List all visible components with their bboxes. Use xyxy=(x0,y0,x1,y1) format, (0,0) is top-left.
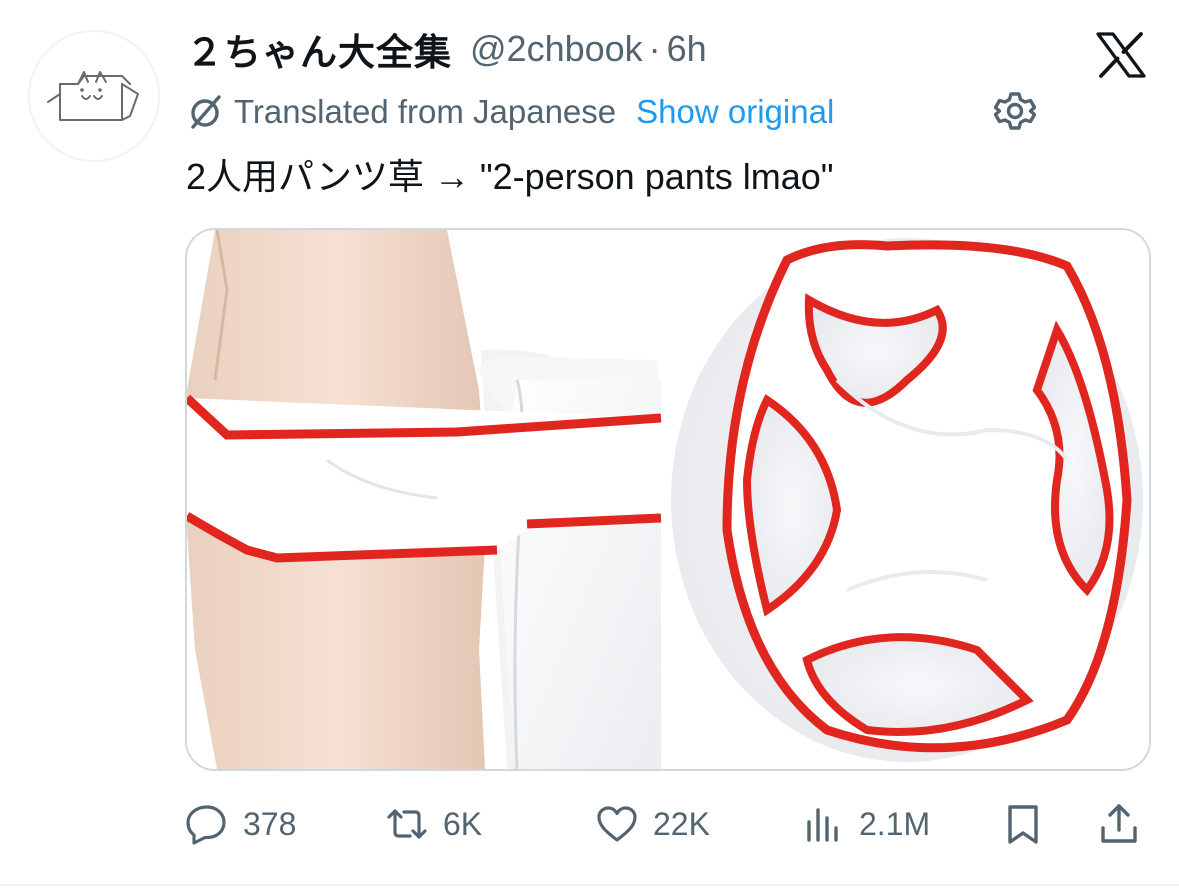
like-button[interactable]: 22K xyxy=(595,796,710,852)
reply-button[interactable]: 378 xyxy=(185,796,296,852)
right-photo xyxy=(663,230,1149,769)
timestamp[interactable]: 6h xyxy=(667,28,707,70)
view-count: 2.1M xyxy=(859,805,931,842)
avatar[interactable] xyxy=(28,30,160,162)
x-logo-icon[interactable] xyxy=(1096,32,1146,78)
bookmark-icon xyxy=(1008,805,1038,844)
separator-dot: · xyxy=(648,28,661,69)
divider xyxy=(0,884,1179,886)
repost-button[interactable]: 6K xyxy=(385,796,482,852)
share-icon xyxy=(1101,804,1137,843)
tweet-header: ２ちゃん大全集 @2chbook · 6h xyxy=(186,24,707,74)
reply-icon xyxy=(186,805,226,845)
heart-icon xyxy=(597,806,637,842)
display-name[interactable]: ２ちゃん大全集 xyxy=(186,22,452,76)
translation-bar: Translated from Japanese Show original xyxy=(186,88,834,136)
reply-count: 378 xyxy=(243,805,297,842)
show-original-link[interactable]: Show original xyxy=(636,93,834,131)
bookmark-button[interactable] xyxy=(1001,796,1045,852)
share-button[interactable] xyxy=(1097,796,1141,852)
media-photo xyxy=(187,230,1149,769)
repost-count: 6K xyxy=(443,805,483,842)
translated-label: Translated from Japanese xyxy=(234,93,617,130)
repost-icon xyxy=(387,809,427,839)
gear-icon[interactable] xyxy=(994,90,1036,132)
views-icon xyxy=(807,808,838,842)
tweet-media[interactable] xyxy=(185,228,1151,771)
action-bar: 378 6K 22K 2.1M xyxy=(185,796,1151,852)
tweet-text: 2人用パンツ草 → "2-person pants lmao" xyxy=(186,156,834,197)
views-button[interactable]: 2.1M xyxy=(801,796,930,852)
user-handle[interactable]: @2chbook xyxy=(470,28,643,70)
avatar-cat-in-box-art xyxy=(30,32,158,160)
like-count: 22K xyxy=(653,805,710,842)
translate-icon xyxy=(191,95,221,129)
